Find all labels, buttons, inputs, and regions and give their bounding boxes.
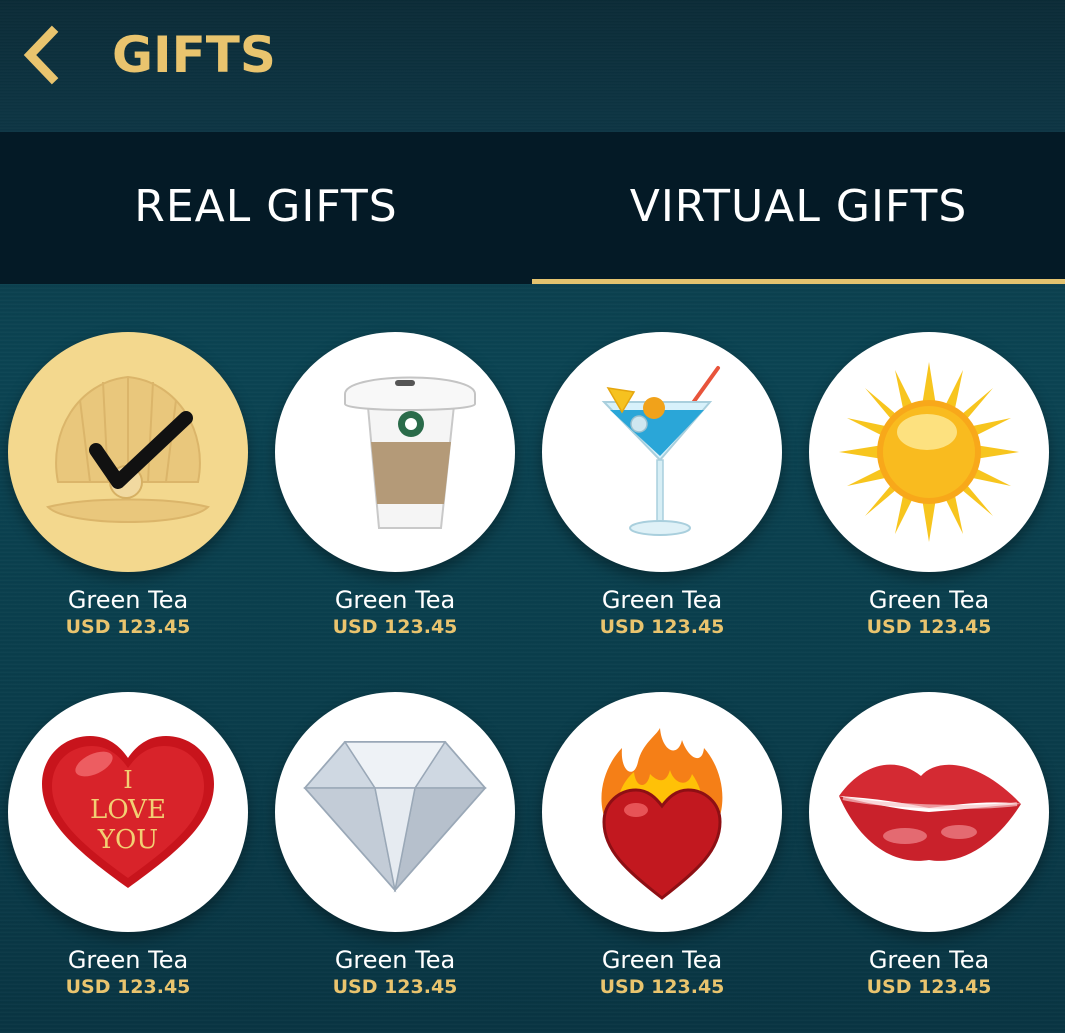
gift-item[interactable]: I LOVE YOU Green Tea USD 123.45 bbox=[6, 692, 250, 1000]
gift-image bbox=[809, 692, 1049, 932]
heart-text-line-2: LOVE bbox=[90, 795, 166, 825]
tab-label: VIRTUAL GIFTS bbox=[629, 180, 968, 232]
tab-label: REAL GIFTS bbox=[134, 180, 398, 232]
gift-item[interactable]: Green Tea USD 123.45 bbox=[273, 332, 517, 640]
gift-item[interactable]: Green Tea USD 123.45 bbox=[807, 332, 1051, 640]
gift-name: Green Tea bbox=[868, 586, 990, 614]
header: GIFTS bbox=[0, 0, 1065, 132]
gift-image bbox=[275, 692, 515, 932]
gift-image: I LOVE YOU bbox=[8, 692, 248, 932]
gift-name: Green Tea bbox=[601, 586, 723, 614]
gift-price: USD 123.45 bbox=[866, 616, 992, 638]
gift-name: Green Tea bbox=[67, 946, 189, 974]
gift-price: USD 123.45 bbox=[332, 616, 458, 638]
pearl-shell-icon bbox=[46, 375, 210, 523]
tab-real-gifts[interactable]: REAL GIFTS bbox=[0, 132, 532, 284]
heart-text-line-3: YOU bbox=[97, 825, 158, 855]
flaming-heart-icon bbox=[601, 728, 723, 900]
gift-image bbox=[8, 332, 248, 572]
i-love-you-heart-icon: I LOVE YOU bbox=[42, 736, 214, 888]
gift-name: Green Tea bbox=[67, 586, 189, 614]
gift-price: USD 123.45 bbox=[332, 976, 458, 998]
page-title: GIFTS bbox=[112, 26, 276, 84]
gift-name: Green Tea bbox=[868, 946, 990, 974]
gift-item[interactable]: Green Tea USD 123.45 bbox=[6, 332, 250, 640]
tab-virtual-gifts[interactable]: VIRTUAL GIFTS bbox=[532, 132, 1065, 284]
gift-item[interactable]: Green Tea USD 123.45 bbox=[273, 692, 517, 1000]
gift-price: USD 123.45 bbox=[65, 976, 191, 998]
gift-image bbox=[542, 332, 782, 572]
gift-price: USD 123.45 bbox=[599, 616, 725, 638]
tab-indicator bbox=[532, 279, 1065, 284]
gift-name: Green Tea bbox=[334, 946, 456, 974]
coffee-cup-icon bbox=[344, 376, 476, 529]
gift-price: USD 123.45 bbox=[599, 976, 725, 998]
gift-item[interactable]: Green Tea USD 123.45 bbox=[807, 692, 1051, 1000]
sun-icon bbox=[839, 362, 1019, 542]
gift-image bbox=[275, 332, 515, 572]
cocktail-icon bbox=[601, 366, 720, 536]
gift-price: USD 123.45 bbox=[866, 976, 992, 998]
chevron-left-icon bbox=[23, 25, 59, 85]
gift-item[interactable]: Green Tea USD 123.45 bbox=[540, 692, 784, 1000]
lips-kiss-icon bbox=[839, 764, 1021, 861]
tab-bar: REAL GIFTS VIRTUAL GIFTS bbox=[0, 132, 1065, 284]
back-button[interactable] bbox=[18, 22, 74, 88]
heart-text-line-1: I bbox=[123, 766, 132, 794]
gift-name: Green Tea bbox=[334, 586, 456, 614]
gift-image bbox=[809, 332, 1049, 572]
gift-image bbox=[542, 692, 782, 932]
gift-item[interactable]: Green Tea USD 123.45 bbox=[540, 332, 784, 640]
gift-name: Green Tea bbox=[601, 946, 723, 974]
diamond-icon bbox=[303, 740, 487, 893]
gift-price: USD 123.45 bbox=[65, 616, 191, 638]
